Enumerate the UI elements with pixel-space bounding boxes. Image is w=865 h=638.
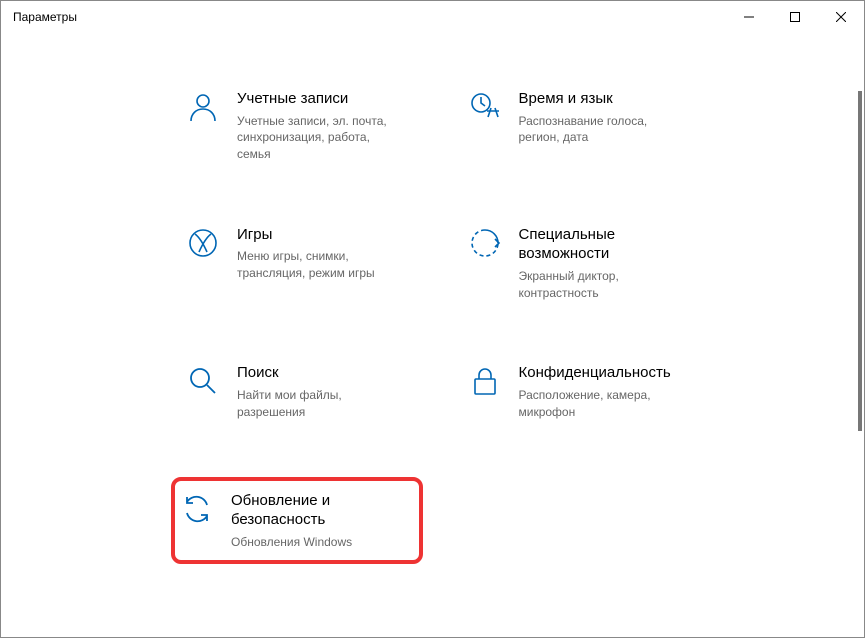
minimize-button[interactable] xyxy=(726,1,772,33)
tile-update-security[interactable]: Обновление и безопасность Обновления Win… xyxy=(171,477,423,565)
tile-title: Время и язык xyxy=(519,89,679,109)
tile-search[interactable]: Поиск Найти мои файлы, разрешения xyxy=(181,357,423,426)
tile-time-language[interactable]: Время и язык Распознавание голоса, регио… xyxy=(463,83,705,169)
tile-title: Учетные записи xyxy=(237,89,397,109)
tile-title: Специальные возможности xyxy=(519,225,699,264)
scrollbar[interactable] xyxy=(858,91,862,431)
tile-desc: Расположение, камера, микрофон xyxy=(519,387,679,421)
tile-desc: Экранный диктор, контрастность xyxy=(519,268,679,302)
maximize-button[interactable] xyxy=(772,1,818,33)
sync-icon xyxy=(181,493,213,525)
tile-gaming[interactable]: Игры Меню игры, снимки, трансляция, режи… xyxy=(181,219,423,308)
tile-privacy[interactable]: Конфиденциальность Расположение, камера,… xyxy=(463,357,705,426)
ease-of-access-icon xyxy=(469,227,501,259)
window-controls xyxy=(726,1,864,33)
xbox-icon xyxy=(187,227,219,259)
tile-desc: Распознавание голоса, регион, дата xyxy=(519,113,679,147)
tile-desc: Обновления Windows xyxy=(231,534,391,551)
tile-title: Обновление и безопасность xyxy=(231,491,409,530)
titlebar: Параметры xyxy=(1,1,864,33)
tile-title: Поиск xyxy=(237,363,397,383)
close-button[interactable] xyxy=(818,1,864,33)
tile-desc: Меню игры, снимки, трансляция, режим игр… xyxy=(237,248,397,282)
tile-title: Конфиденциальность xyxy=(519,363,679,383)
search-icon xyxy=(187,365,219,397)
tile-desc: Найти мои файлы, разрешения xyxy=(237,387,397,421)
person-icon xyxy=(187,91,219,123)
tile-desc: Учетные записи, эл. почта, синхронизация… xyxy=(237,113,397,163)
settings-grid: Учетные записи Учетные записи, эл. почта… xyxy=(1,33,864,584)
window-title: Параметры xyxy=(13,10,726,24)
time-language-icon xyxy=(469,91,501,123)
lock-icon xyxy=(469,365,501,397)
tile-accounts[interactable]: Учетные записи Учетные записи, эл. почта… xyxy=(181,83,423,169)
tile-ease-of-access[interactable]: Специальные возможности Экранный диктор,… xyxy=(463,219,705,308)
tile-title: Игры xyxy=(237,225,397,245)
